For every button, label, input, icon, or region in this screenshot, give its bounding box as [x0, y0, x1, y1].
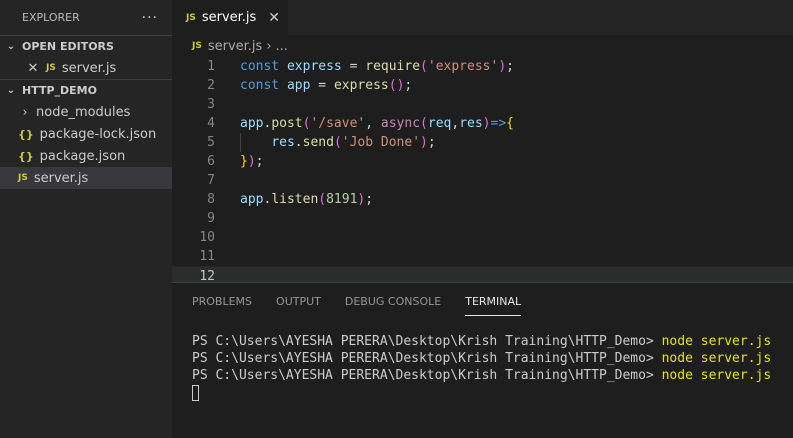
code-line[interactable]: 7 [172, 171, 793, 190]
line-number: 11 [199, 249, 215, 264]
code-text: app.post('/save', async(req,res)=>{ [240, 116, 514, 131]
code-text: const express = require('express'); [240, 59, 514, 74]
project-section[interactable]: ⌄ HTTP_DEMO [0, 79, 172, 101]
chevron-down-icon: ⌄ [6, 41, 16, 52]
code-text: app.listen(8191); [240, 192, 374, 207]
terminal-line: PS C:\Users\AYESHA PERERA\Desktop\Krish … [192, 333, 793, 350]
breadcrumb-separator: › [266, 38, 272, 54]
line-number: 5 [207, 135, 215, 150]
code-line[interactable]: 9 [172, 209, 793, 228]
terminal-prompt: PS C:\Users\AYESHA PERERA\Desktop\Krish … [192, 368, 662, 383]
js-file-icon: JS [18, 173, 28, 183]
code-text: const app = express(); [240, 78, 413, 93]
tree-item-server-js[interactable]: JS server.js [0, 167, 172, 189]
js-file-icon: JS [46, 63, 56, 73]
code-line[interactable]: 10 [172, 228, 793, 247]
close-icon[interactable]: ✕ [268, 10, 280, 26]
tree-item-label: server.js [33, 170, 89, 186]
code-line[interactable]: 8 app.listen(8191); [172, 190, 793, 209]
js-file-icon: JS [186, 12, 196, 23]
line-number: 2 [207, 78, 215, 93]
json-file-icon: {} [18, 127, 34, 141]
tree-item-label: package-lock.json [39, 126, 157, 142]
code-line[interactable]: 12 [172, 266, 793, 282]
code-line[interactable]: 11 [172, 247, 793, 266]
close-icon[interactable]: ✕ [26, 61, 40, 76]
open-editors-label: OPEN EDITORS [22, 40, 114, 53]
json-file-icon: {} [18, 149, 34, 163]
bottom-panel: PROBLEMS OUTPUT DEBUG CONSOLE TERMINAL P… [172, 282, 793, 438]
code-text: }); [240, 154, 264, 169]
open-editor-item-server-js[interactable]: ✕ JS server.js [0, 57, 172, 79]
terminal-command: node server.js [661, 334, 772, 349]
line-number: 9 [207, 211, 215, 226]
ellipsis-icon[interactable]: ··· [142, 10, 158, 26]
terminal[interactable]: PS C:\Users\AYESHA PERERA\Desktop\Krish … [172, 319, 793, 401]
code-line[interactable]: 3 [172, 95, 793, 114]
js-file-icon: JS [192, 41, 202, 51]
chevron-down-icon: ⌄ [6, 85, 16, 96]
terminal-cursor [192, 384, 199, 401]
tab-output[interactable]: OUTPUT [276, 291, 321, 312]
tab-label: server.js [201, 10, 257, 25]
explorer-title: EXPLORER [22, 11, 80, 24]
line-number: 12 [199, 269, 215, 282]
code-line[interactable]: 1 const express = require('express'); [172, 57, 793, 76]
editor-tab-bar: JS server.js ✕ [172, 0, 793, 35]
terminal-command: node server.js [661, 368, 772, 383]
code-line[interactable]: 2 const app = express(); [172, 76, 793, 95]
breadcrumb-file[interactable]: server.js [208, 39, 262, 54]
line-number: 3 [207, 97, 215, 112]
panel-tabs: PROBLEMS OUTPUT DEBUG CONSOLE TERMINAL [172, 283, 793, 319]
line-number: 8 [207, 192, 215, 207]
code-text: res.send('Job Done'); [271, 135, 436, 150]
line-number: 1 [207, 59, 215, 74]
tab-terminal[interactable]: TERMINAL [465, 291, 521, 316]
tree-item-package-lock-json[interactable]: {} package-lock.json [0, 123, 172, 145]
tab-server-js[interactable]: JS server.js ✕ [172, 0, 288, 35]
tree-item-label: package.json [39, 148, 126, 164]
terminal-command: node server.js [661, 351, 772, 366]
open-editors-section[interactable]: ⌄ OPEN EDITORS [0, 35, 172, 57]
explorer-sidebar: EXPLORER ··· ⌄ OPEN EDITORS ✕ JS server.… [0, 0, 172, 438]
line-number: 6 [207, 154, 215, 169]
project-label: HTTP_DEMO [22, 84, 97, 97]
code-editor[interactable]: 1 const express = require('express'); 2 con… [172, 57, 793, 282]
terminal-prompt: PS C:\Users\AYESHA PERERA\Desktop\Krish … [192, 334, 662, 349]
tree-item-package-json[interactable]: {} package.json [0, 145, 172, 167]
code-line[interactable]: 4 app.post('/save', async(req,res)=>{ [172, 114, 793, 133]
chevron-right-icon: › [22, 105, 28, 119]
tab-debug-console[interactable]: DEBUG CONSOLE [345, 291, 441, 312]
line-number: 7 [207, 173, 215, 188]
code-line[interactable]: 5 res.send('Job Done'); [172, 133, 793, 152]
breadcrumb: JS server.js › ... [172, 35, 793, 57]
line-number: 10 [199, 230, 215, 245]
tree-item-label: node_modules [36, 104, 131, 120]
terminal-line [192, 384, 793, 401]
terminal-line: PS C:\Users\AYESHA PERERA\Desktop\Krish … [192, 367, 793, 384]
breadcrumb-rest[interactable]: ... [276, 39, 288, 54]
open-editor-label: server.js [61, 60, 117, 76]
tree-item-node-modules[interactable]: › node_modules [0, 101, 172, 123]
terminal-prompt: PS C:\Users\AYESHA PERERA\Desktop\Krish … [192, 351, 662, 366]
explorer-header: EXPLORER ··· [0, 0, 172, 35]
code-line[interactable]: 6}); [172, 152, 793, 171]
line-number: 4 [207, 116, 215, 131]
terminal-line: PS C:\Users\AYESHA PERERA\Desktop\Krish … [192, 350, 793, 367]
tab-problems[interactable]: PROBLEMS [192, 291, 252, 312]
